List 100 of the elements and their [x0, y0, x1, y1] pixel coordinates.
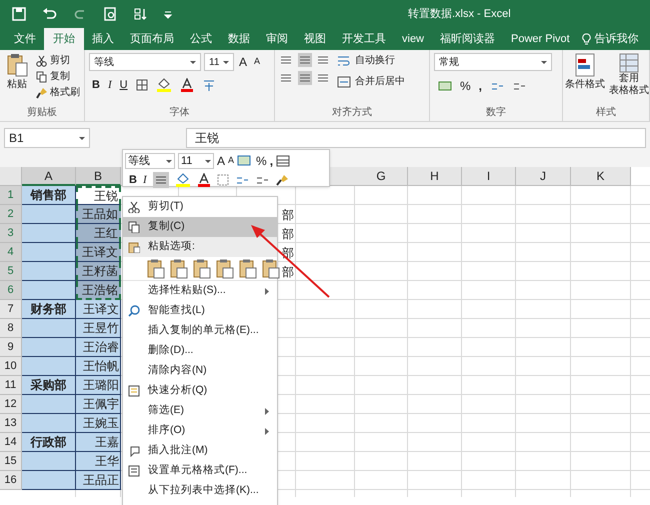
paste-button[interactable]: 粘贴	[4, 53, 30, 92]
row-header[interactable]: 8	[0, 319, 22, 338]
row-header[interactable]: 11	[0, 376, 22, 395]
fill-color-icon[interactable]	[156, 78, 172, 92]
merge-center-button[interactable]: 合并后居中	[337, 74, 405, 89]
formula-input[interactable]: 王锐	[186, 128, 646, 148]
column-header[interactable]: J	[516, 167, 571, 186]
column-header[interactable]: B	[76, 167, 121, 186]
increase-font-button[interactable]: A	[217, 152, 226, 170]
row-header[interactable]: 9	[0, 338, 22, 357]
font-color-icon[interactable]	[196, 173, 211, 188]
row-header[interactable]: 14	[0, 433, 22, 452]
underline-button[interactable]: U	[120, 77, 128, 94]
merge-icon[interactable]	[276, 155, 290, 167]
borders-icon[interactable]	[216, 174, 229, 186]
column-header[interactable]: I	[462, 167, 516, 186]
menu-item[interactable]: 选择性粘贴(S)...	[123, 281, 277, 301]
comma-button[interactable]: ,	[270, 152, 274, 170]
row-header[interactable]: 7	[0, 300, 22, 319]
paste-option-icon[interactable]	[216, 258, 234, 278]
align-icon[interactable]	[298, 71, 312, 85]
menu-item[interactable]: 删除(D)...	[123, 341, 277, 361]
print-preview-icon[interactable]	[104, 7, 118, 21]
menu-item[interactable]: 剪切(T)	[123, 197, 277, 217]
row-header[interactable]: 3	[0, 224, 22, 243]
row-header[interactable]: 5	[0, 262, 22, 281]
decrease-font-button[interactable]: A	[228, 154, 234, 168]
paste-option-icon[interactable]	[147, 258, 165, 278]
menu-item[interactable]: 清除内容(N)	[123, 361, 277, 381]
font-name-field[interactable]: 等线	[89, 53, 201, 71]
menu-item[interactable]: 设置单元格格式(F)...	[123, 461, 277, 481]
row-header[interactable]: 16	[0, 471, 22, 490]
save-icon[interactable]	[12, 7, 26, 21]
fill-color-icon[interactable]	[174, 173, 191, 188]
ribbon-tab[interactable]: 视图	[296, 28, 334, 50]
format-painter-button[interactable]: 格式刷	[36, 85, 80, 100]
undo-icon[interactable]	[42, 7, 58, 21]
row-header[interactable]: 13	[0, 414, 22, 433]
decrease-font-button[interactable]: A	[252, 55, 262, 69]
font-size-field[interactable]: 11	[204, 53, 234, 71]
column-header[interactable]: G	[355, 167, 408, 186]
italic-button[interactable]: I	[142, 172, 147, 188]
ribbon-tab[interactable]: 文件	[6, 28, 44, 50]
italic-button[interactable]: I	[108, 77, 112, 94]
menu-item[interactable]: 复制(C)	[123, 217, 277, 237]
menu-item[interactable]: 插入复制的单元格(E)...	[123, 321, 277, 341]
font-size-field[interactable]: 11	[178, 153, 214, 169]
font-color-icon[interactable]	[180, 78, 194, 92]
column-header[interactable]: K	[571, 167, 631, 186]
menu-item[interactable]: 快速分析(Q)	[123, 381, 277, 401]
customize-icon[interactable]	[164, 9, 172, 19]
bold-button[interactable]: B	[92, 77, 100, 94]
ribbon-tab[interactable]: 页面布局	[122, 28, 182, 50]
align-center-icon[interactable]	[152, 172, 169, 188]
phonetic-icon[interactable]	[202, 78, 216, 92]
menu-item[interactable]: 筛选(E)	[123, 401, 277, 421]
ribbon-tab[interactable]: 公式	[182, 28, 220, 50]
ribbon-tab[interactable]: view	[394, 28, 432, 50]
ribbon-tab[interactable]: 插入	[84, 28, 122, 50]
number-format-field[interactable]: 常规	[434, 53, 552, 71]
row-header[interactable]: 4	[0, 243, 22, 262]
brush-icon[interactable]	[274, 174, 289, 186]
row-header[interactable]: 2	[0, 205, 22, 224]
format-as-table-button[interactable]: 套用 表格格式	[609, 53, 649, 97]
paste-option-icon[interactable]	[262, 258, 280, 278]
wrap-text-button[interactable]: 自动换行	[337, 53, 405, 68]
paste-option-icon[interactable]	[193, 258, 211, 278]
row-header[interactable]: 15	[0, 452, 22, 471]
copy-button[interactable]: 复制	[36, 69, 80, 84]
conditional-formatting-button[interactable]: 条件格式	[565, 53, 605, 92]
menu-item[interactable]: 智能查找(L)	[123, 301, 277, 321]
menu-item[interactable]: 排序(O)	[123, 421, 277, 441]
ribbon-tab[interactable]: 开始	[44, 28, 84, 50]
cut-button[interactable]: 剪切	[36, 53, 80, 68]
increase-font-button[interactable]: A	[237, 53, 250, 71]
ribbon-tab[interactable]: 福昕阅读器	[432, 28, 504, 50]
align-icon[interactable]	[298, 53, 312, 67]
column-header[interactable]: A	[22, 167, 76, 186]
menu-item[interactable]: 插入批注(M)	[123, 441, 277, 461]
row-header[interactable]: 10	[0, 357, 22, 376]
paste-option-icon[interactable]	[170, 258, 188, 278]
column-header[interactable]: H	[408, 167, 462, 186]
name-box[interactable]: B1	[4, 128, 90, 148]
row-header[interactable]: 12	[0, 395, 22, 414]
row-header[interactable]: 1	[0, 186, 22, 205]
comma-button[interactable]: ,	[478, 77, 482, 95]
paste-option-icon[interactable]	[239, 258, 257, 278]
percent-button[interactable]: %	[460, 77, 471, 95]
font-name-field[interactable]: 等线	[125, 153, 175, 169]
sort-icon[interactable]	[134, 7, 148, 21]
ribbon-tab[interactable]: 审阅	[258, 28, 296, 50]
bold-button[interactable]: B	[129, 172, 137, 188]
menu-item[interactable]: 从下拉列表中选择(K)...	[123, 481, 277, 501]
number-format-icon[interactable]	[237, 155, 254, 167]
ribbon-tab[interactable]: 数据	[220, 28, 258, 50]
currency-icon[interactable]	[438, 80, 452, 92]
ribbon-tab[interactable]: 开发工具	[334, 28, 394, 50]
percent-button[interactable]: %	[256, 152, 267, 170]
tell-me-button[interactable]: 告诉我你	[578, 28, 643, 50]
ribbon-tab[interactable]: Power Pivot	[503, 28, 578, 50]
